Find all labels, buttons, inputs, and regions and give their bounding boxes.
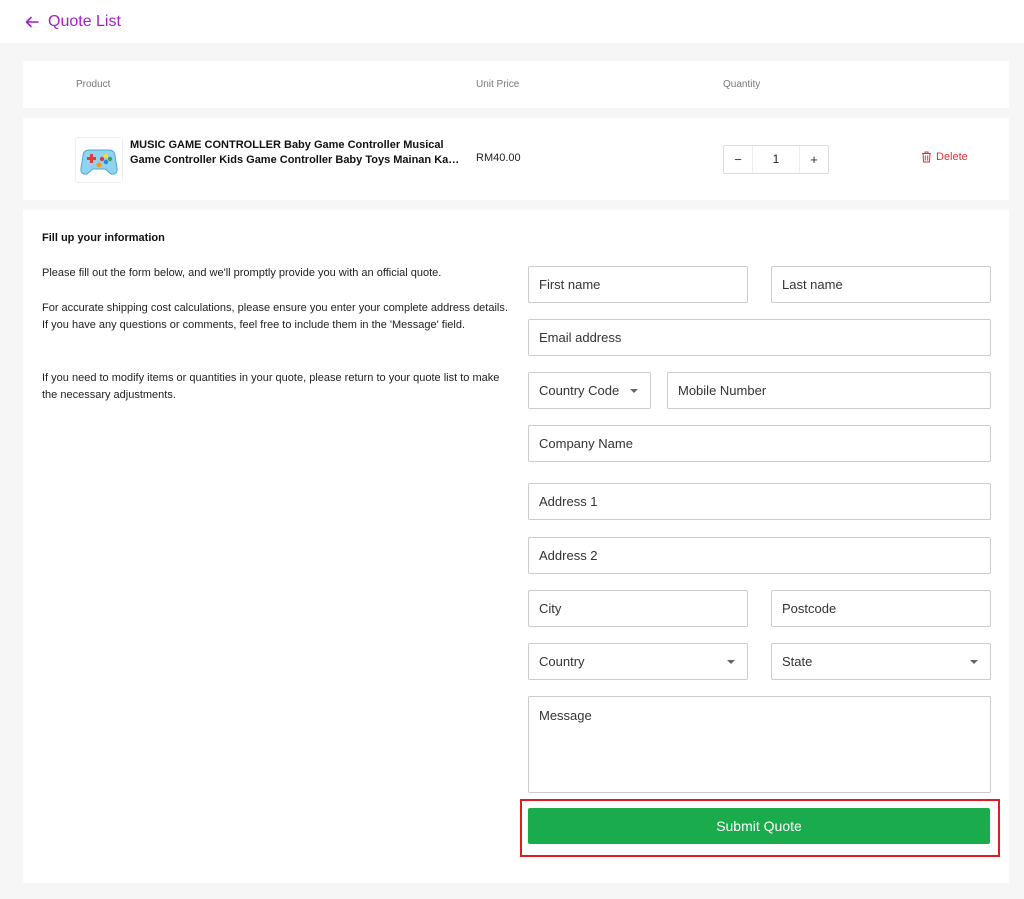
address1-field[interactable]: Address 1	[528, 483, 991, 520]
column-header-quantity: Quantity	[723, 79, 761, 90]
postcode-placeholder: Postcode	[782, 601, 837, 616]
back-button[interactable]: Quote List	[24, 13, 121, 31]
last-name-placeholder: Last name	[782, 277, 843, 292]
quote-form-card: Fill up your information Please fill out…	[23, 210, 1009, 883]
country-select[interactable]: Country	[528, 643, 748, 680]
message-placeholder: Message	[539, 708, 592, 723]
message-textarea[interactable]: Message	[528, 696, 991, 793]
first-name-field[interactable]: First name	[528, 266, 748, 303]
top-bar: Quote List	[0, 0, 1024, 43]
chevron-down-icon	[970, 659, 978, 664]
column-header-product: Product	[76, 79, 111, 90]
company-name-placeholder: Company Name	[539, 436, 633, 451]
modify-note: If you need to modify items or quantitie…	[42, 372, 500, 401]
product-name-line2: Game Controller Kids Game Controller Bab…	[130, 154, 460, 166]
company-name-field[interactable]: Company Name	[528, 425, 991, 462]
address2-field[interactable]: Address 2	[528, 537, 991, 574]
trash-icon	[922, 151, 931, 163]
table-header: Product Unit Price Quantity	[23, 61, 1009, 108]
unit-price: RM40.00	[476, 152, 521, 164]
product-name-line1: MUSIC GAME CONTROLLER Baby Game Controll…	[130, 139, 444, 151]
increment-button[interactable]: +	[800, 146, 828, 173]
quantity-value[interactable]: 1	[752, 146, 800, 173]
arrow-left-icon	[25, 16, 39, 27]
country-placeholder: Country	[539, 654, 585, 669]
decrement-button[interactable]: −	[724, 146, 752, 173]
first-name-placeholder: First name	[539, 277, 601, 292]
product-thumbnail[interactable]	[75, 137, 123, 183]
country-code-placeholder: Country Code	[539, 383, 620, 398]
table-row: MUSIC GAME CONTROLLER Baby Game Controll…	[23, 118, 1009, 200]
chevron-down-icon	[727, 659, 735, 664]
product-name[interactable]: MUSIC GAME CONTROLLER Baby Game Controll…	[130, 138, 460, 168]
email-placeholder: Email address	[539, 330, 622, 345]
column-header-unit-price: Unit Price	[476, 79, 520, 90]
mobile-number-placeholder: Mobile Number	[678, 383, 767, 398]
page-title: Quote List	[48, 12, 121, 30]
country-code-select[interactable]: Country Code	[528, 372, 651, 409]
form-title: Fill up your information	[42, 232, 165, 244]
address2-placeholder: Address 2	[539, 548, 598, 563]
chevron-down-icon	[630, 388, 638, 393]
game-controller-image	[76, 138, 122, 182]
last-name-field[interactable]: Last name	[771, 266, 991, 303]
submit-quote-button[interactable]: Submit Quote	[528, 808, 990, 844]
city-placeholder: City	[539, 601, 562, 616]
shipping-note: For accurate shipping cost calculations,…	[42, 302, 508, 331]
email-field[interactable]: Email address	[528, 319, 991, 356]
delete-button[interactable]: Delete	[921, 151, 968, 163]
quantity-stepper: − 1 +	[723, 145, 829, 174]
delete-label: Delete	[936, 151, 968, 163]
city-field[interactable]: City	[528, 590, 748, 627]
address1-placeholder: Address 1	[539, 494, 598, 509]
postcode-field[interactable]: Postcode	[771, 590, 991, 627]
mobile-number-field[interactable]: Mobile Number	[667, 372, 991, 409]
state-placeholder: State	[782, 654, 813, 669]
intro-text: Please fill out the form below, and we'l…	[42, 267, 442, 279]
state-select[interactable]: State	[771, 643, 991, 680]
